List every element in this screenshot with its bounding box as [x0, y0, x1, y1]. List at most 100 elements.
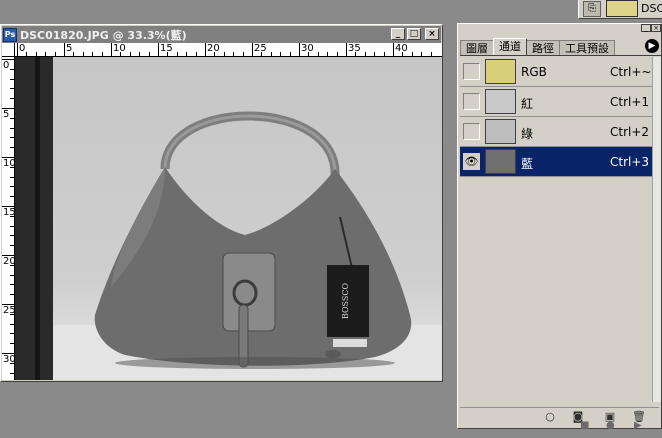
hidden-palette-footer: ■ ● ▶: [554, 420, 662, 438]
channel-name: RGB: [521, 65, 547, 79]
ruler-label: 15: [3, 207, 15, 218]
ruler-label: 10: [3, 158, 15, 169]
ruler-tick: [270, 52, 272, 56]
ruler-tick: [148, 52, 150, 56]
minimize-button[interactable]: _: [391, 28, 405, 40]
channel-thumbnail: [485, 119, 516, 144]
ruler-tick: [54, 52, 56, 56]
ruler-tick: [45, 52, 47, 56]
channel-row[interactable]: 👁 藍 Ctrl+3: [460, 147, 652, 177]
ruler-tick: [10, 68, 14, 70]
ruler-tick: [10, 196, 14, 198]
channel-list-scrollbar[interactable]: [652, 57, 661, 402]
document-thumbnail[interactable]: [606, 0, 638, 17]
ruler-tick: [35, 52, 37, 56]
ruler-tick: [205, 43, 206, 56]
tag-brand-text: BOSSCO: [341, 283, 350, 320]
channel-row[interactable]: 綠 Ctrl+2: [460, 117, 652, 147]
ruler-tick: [10, 235, 14, 237]
ruler-tick: [10, 333, 14, 335]
visibility-toggle[interactable]: [463, 123, 480, 140]
channels-palette[interactable]: _ × 圖層 通道 路徑 工具預設 ▶ RGB Ctrl+~ 紅 Ctrl+1 綠 Ctr…: [457, 23, 662, 429]
ruler-tick: [252, 43, 253, 56]
document-window[interactable]: Ps DSC01820.JPG @ 33.3%(藍) _ □ × 0 5 10 15 2…: [0, 24, 443, 382]
ruler-tick: [383, 52, 385, 56]
ruler-tick: [317, 52, 319, 56]
ruler-tick: [195, 52, 197, 56]
ruler-label: 20: [3, 256, 15, 267]
ruler-label: 5: [66, 43, 73, 54]
palette-header[interactable]: _ ×: [458, 24, 661, 34]
ruler-origin[interactable]: [2, 43, 15, 57]
image-canvas[interactable]: BOSSCO: [15, 57, 442, 380]
visibility-toggle[interactable]: [463, 93, 480, 110]
ruler-tick: [299, 43, 300, 56]
horizontal-ruler[interactable]: 0 5 10 15 20 25 30 35 40: [15, 43, 442, 57]
channel-thumbnail: [485, 149, 516, 174]
photoshop-document-icon[interactable]: Ps: [3, 27, 17, 42]
vertical-ruler[interactable]: 0 5 10 15 20 25 30: [2, 57, 15, 380]
ruler-label: 35: [348, 43, 361, 54]
eye-icon[interactable]: 👁: [463, 153, 480, 170]
navigator-label: DSC: [641, 2, 662, 15]
palette-menu-button[interactable]: ▶: [645, 39, 659, 53]
ruler-label: 25: [3, 305, 15, 316]
ruler-tick: [242, 52, 244, 56]
tab-layers[interactable]: 圖層: [460, 40, 494, 55]
tab-paths[interactable]: 路徑: [526, 40, 560, 55]
ruler-tick: [10, 343, 14, 345]
ruler-label: 10: [113, 43, 126, 54]
ruler-tick: [233, 52, 235, 56]
ruler-tick: [10, 98, 14, 100]
ruler-tick: [10, 372, 14, 374]
maximize-button[interactable]: □: [407, 28, 421, 40]
ruler-tick: [101, 52, 103, 56]
ruler-label: 5: [3, 109, 10, 120]
ruler-tick: [129, 52, 131, 56]
tab-tool-presets[interactable]: 工具預設: [559, 40, 615, 55]
palette-tabs: 圖層 通道 路徑 工具預設: [460, 38, 661, 56]
channel-thumbnail: [485, 89, 516, 114]
palette-close-button[interactable]: ×: [651, 24, 661, 32]
ruler-tick: [10, 176, 14, 178]
ruler-tick: [26, 52, 28, 56]
ruler-tick: [10, 137, 14, 139]
channel-shortcut: Ctrl+3: [610, 155, 650, 169]
channel-row[interactable]: RGB Ctrl+~: [460, 57, 652, 87]
tool-options-icon[interactable]: ⎘: [583, 1, 601, 17]
ruler-tick: [17, 43, 18, 56]
ruler-tick: [73, 52, 75, 56]
ruler-tick: [411, 52, 413, 56]
ghost-icon-2: ●: [606, 420, 615, 431]
channel-name: 藍: [521, 157, 534, 171]
ruler-tick: [421, 52, 423, 56]
navigator-strip: ⎘ DSC: [578, 0, 662, 19]
ruler-label: 0: [19, 43, 26, 54]
ruler-tick: [64, 43, 65, 56]
document-title: DSC01820.JPG @ 33.3%(藍): [20, 28, 187, 42]
tab-channels[interactable]: 通道: [493, 38, 527, 55]
ruler-tick: [336, 52, 338, 56]
ruler-tick: [10, 127, 14, 129]
visibility-toggle[interactable]: [463, 63, 480, 80]
document-titlebar[interactable]: Ps DSC01820.JPG @ 33.3%(藍) _ □ ×: [2, 26, 441, 43]
ruler-tick: [186, 52, 188, 56]
ruler-tick: [10, 294, 14, 296]
channel-shortcut: Ctrl+2: [610, 125, 650, 139]
ruler-tick: [10, 284, 14, 286]
ruler-tick: [289, 52, 291, 56]
ruler-label: 0: [3, 60, 10, 71]
channel-name: 紅: [521, 97, 534, 111]
palette-minimize-button[interactable]: _: [641, 24, 651, 32]
ruler-tick: [10, 147, 14, 149]
ruler-label: 15: [160, 43, 173, 54]
ruler-tick: [280, 52, 282, 56]
ruler-tick: [10, 117, 14, 119]
ruler-tick: [346, 43, 347, 56]
ruler-label: 40: [395, 43, 408, 54]
ruler-label: 30: [301, 43, 314, 54]
ruler-tick: [158, 43, 159, 56]
ruler-label: 30: [3, 354, 15, 365]
channel-row[interactable]: 紅 Ctrl+1: [460, 87, 652, 117]
close-button[interactable]: ×: [425, 28, 439, 40]
